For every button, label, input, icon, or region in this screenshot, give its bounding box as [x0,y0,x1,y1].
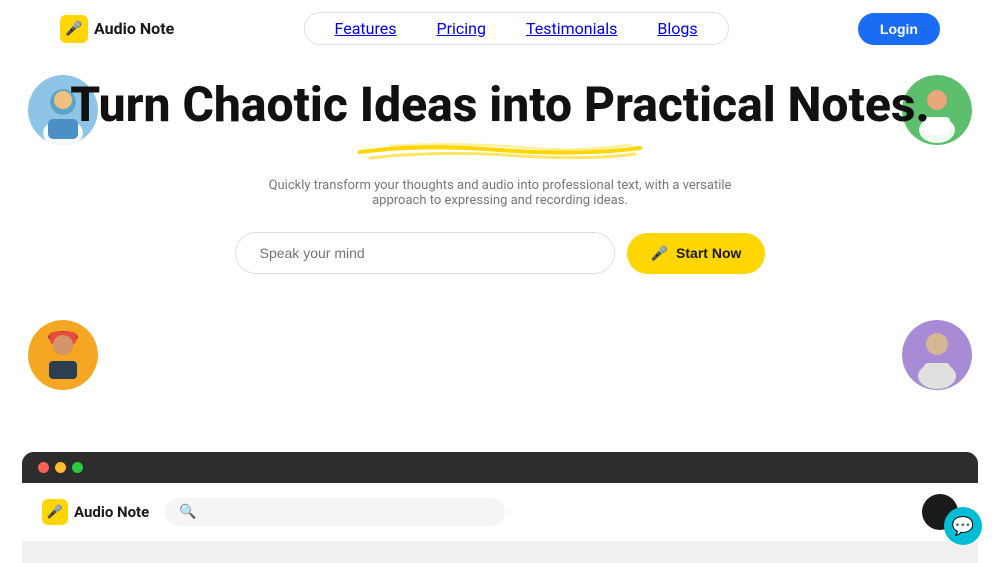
nav-logo[interactable]: 🎤 Audio Note [60,15,174,43]
logo-text: Audio Note [94,19,174,38]
chat-bubble-button[interactable]: 💬 [944,507,982,545]
window-titlebar [22,452,978,483]
search-icon: 🔍 [179,504,196,520]
chat-icon: 💬 [952,516,974,537]
start-now-label: Start Now [676,245,741,261]
nav-link-testimonials[interactable]: Testimonials [526,19,617,38]
nav-link-pricing[interactable]: Pricing [436,19,486,38]
search-row: 🎤 Start Now [20,232,980,274]
hero-underline [340,140,660,162]
speak-input[interactable] [235,232,615,274]
hero-subtitle: Quickly transform your thoughts and audi… [260,178,740,208]
app-logo-text: Audio Note [74,503,149,521]
window-minimize-dot [55,462,66,473]
app-logo-icon: 🎤 [42,499,68,525]
avatar-mid-left [28,320,98,390]
logo-icon: 🎤 [60,15,88,43]
window-close-dot [38,462,49,473]
mic-icon-btn: 🎤 [651,245,668,262]
app-window: 🎤 Audio Note 🔍 [22,452,978,563]
nav-link-features[interactable]: Features [335,19,397,38]
start-now-button[interactable]: 🎤 Start Now [627,233,766,274]
hero-title: Turn Chaotic Ideas into Practical Notes. [20,77,980,132]
navbar: 🎤 Audio Note Features Pricing Testimonia… [0,0,1000,57]
hero-section: Turn Chaotic Ideas into Practical Notes.… [0,57,1000,304]
app-search-bar[interactable]: 🔍 [165,498,505,526]
login-button[interactable]: Login [858,13,940,45]
app-bottom-bar [22,541,978,563]
nav-link-blogs[interactable]: Blogs [657,19,697,38]
nav-pill: Features Pricing Testimonials Blogs [304,12,729,45]
window-maximize-dot [72,462,83,473]
app-logo-area: 🎤 Audio Note [42,499,149,525]
app-content: 🎤 Audio Note 🔍 [22,483,978,541]
avatar-mid-right [902,320,972,390]
